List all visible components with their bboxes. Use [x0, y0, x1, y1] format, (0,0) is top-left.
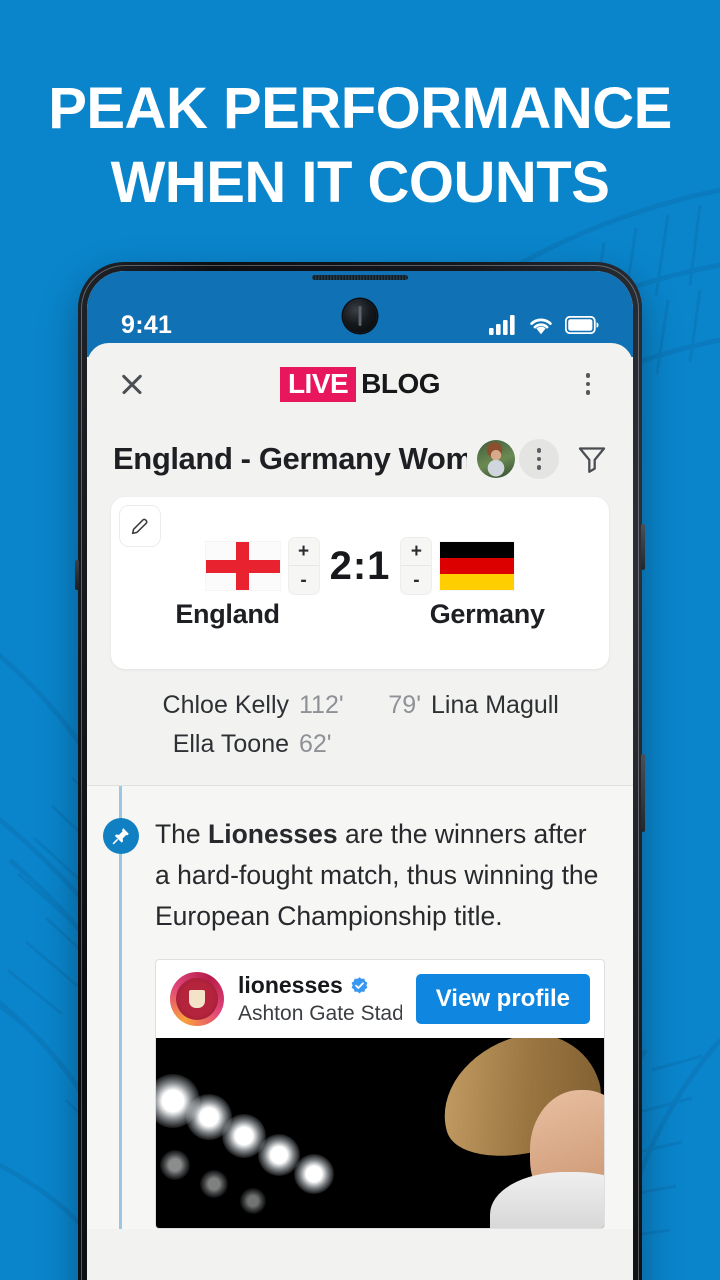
- home-scorer-minute: 112': [299, 691, 344, 719]
- title-options-button[interactable]: [519, 439, 559, 479]
- headline-line-1: PEAK PERFORMANCE: [48, 76, 672, 141]
- page-title: PEAK PERFORMANCE WHEN IT COUNTS: [0, 72, 720, 220]
- away-scorer-name: Lina Magull: [431, 691, 559, 719]
- celebrating-player-photo[interactable]: [156, 1038, 604, 1228]
- power-button[interactable]: [641, 754, 645, 832]
- away-score-stepper[interactable]: + -: [400, 537, 433, 595]
- status-time: 9:41: [121, 310, 173, 339]
- headline-line-2: WHEN IT COUNTS: [110, 150, 610, 215]
- user-avatar[interactable]: [477, 440, 515, 478]
- away-score-increment[interactable]: +: [401, 538, 432, 566]
- logo-blog-text: BLOG: [361, 368, 441, 399]
- battery-full-icon: [565, 316, 599, 334]
- embed-header: lionesses Ashton Gate Stadiur View profi…: [156, 960, 604, 1038]
- score-value: 2:1: [329, 543, 391, 588]
- pin-glyph: [112, 828, 129, 845]
- post-text-bold: Lionesses: [208, 819, 338, 849]
- home-scorer-name: Chloe Kelly: [162, 691, 289, 719]
- liveblog-timeline: The Lionesses are the winners after a ha…: [87, 786, 633, 1229]
- cellular-signal-icon: [489, 315, 515, 335]
- earpiece-speaker: [312, 275, 408, 280]
- post-text-part1: The: [155, 819, 209, 849]
- crest-shield: [189, 990, 205, 1008]
- player-figure: [427, 1038, 604, 1228]
- close-icon[interactable]: [117, 369, 147, 399]
- home-score-stepper[interactable]: + -: [287, 537, 320, 595]
- page-title-text: England - Germany Wom...: [113, 441, 467, 476]
- player-body: [490, 1172, 604, 1228]
- home-score-increment[interactable]: +: [288, 538, 319, 566]
- social-embed-card[interactable]: lionesses Ashton Gate Stadiur View profi…: [155, 959, 605, 1229]
- flag-england: [205, 542, 280, 590]
- app-header: LIVE BLOG: [87, 343, 633, 425]
- promo-screenshot: PEAK PERFORMANCE WHEN IT COUNTS 9:41 LIV…: [0, 0, 720, 1280]
- scorer-row: Ella Toone 62': [109, 730, 611, 759]
- home-scorer-name: Ella Toone: [172, 730, 289, 758]
- scorer-row: Chloe Kelly 112' 79' Lina Magull: [109, 691, 611, 720]
- crest-inner: [176, 978, 218, 1020]
- volume-button[interactable]: [641, 524, 645, 570]
- logo-live-badge: LIVE: [279, 366, 357, 402]
- score-row: + - 2:1 + -: [111, 537, 609, 595]
- home-team-name: England: [175, 599, 280, 629]
- home-score-decrement[interactable]: -: [289, 566, 319, 594]
- status-icons: [489, 315, 599, 335]
- verified-badge-icon: [351, 977, 368, 994]
- embed-username-row: lionesses: [238, 972, 402, 998]
- home-scorer-minute: 62': [299, 730, 332, 758]
- left-side-button[interactable]: [75, 560, 79, 590]
- liveblog-logo: LIVE BLOG: [279, 366, 441, 402]
- team-names-row: England Germany: [111, 599, 609, 630]
- liveblog-title-row: England - Germany Wom...: [87, 425, 633, 497]
- away-score-decrement[interactable]: -: [401, 566, 431, 594]
- pinned-post: The Lionesses are the winners after a ha…: [87, 786, 633, 937]
- lionesses-crest-avatar[interactable]: [170, 972, 224, 1026]
- post-text: The Lionesses are the winners after a ha…: [155, 814, 605, 937]
- goal-scorers-list: Chloe Kelly 112' 79' Lina Magull Ella To…: [87, 669, 633, 785]
- embed-username: lionesses: [238, 972, 343, 999]
- score-card: + - 2:1 + - England Germany: [111, 497, 609, 669]
- wifi-icon: [530, 318, 552, 335]
- view-profile-button[interactable]: View profile: [415, 974, 590, 1024]
- flag-germany: [440, 542, 515, 590]
- front-camera-punch-hole: [343, 299, 377, 333]
- away-team-name: Germany: [429, 599, 545, 629]
- phone-mockup: 9:41 LIVE BLOG England - Germany Wom... …: [75, 262, 645, 1280]
- embed-location: Ashton Gate Stadiur: [238, 1001, 402, 1025]
- filter-funnel-icon[interactable]: [575, 442, 609, 476]
- kebab-menu-icon[interactable]: [573, 369, 603, 399]
- away-scorer-minute: 79': [388, 691, 421, 719]
- pin-icon: [103, 818, 139, 854]
- phone-screen: 9:41 LIVE BLOG England - Germany Wom... …: [87, 271, 633, 1280]
- pencil-edit-icon: [131, 518, 148, 535]
- embed-account-info: lionesses Ashton Gate Stadiur: [238, 972, 402, 1026]
